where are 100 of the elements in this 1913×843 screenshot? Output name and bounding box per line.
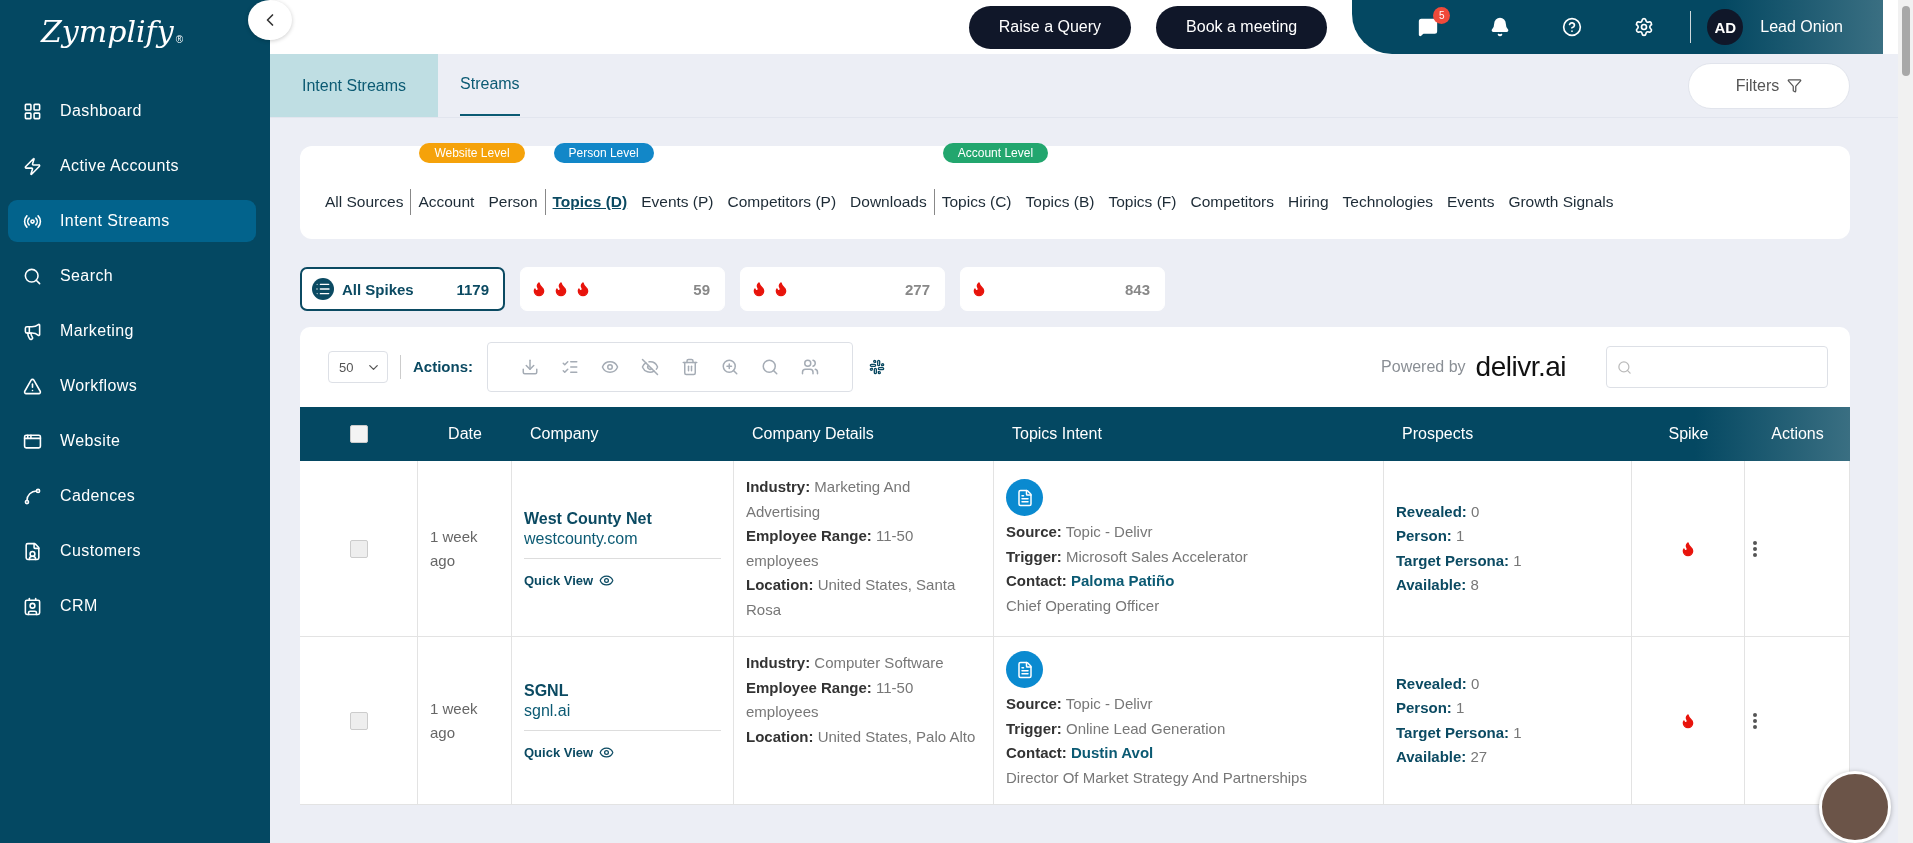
source-text: Source: Topic - Delivr	[1006, 694, 1154, 714]
source-tab[interactable]: Topics (F)	[1101, 189, 1184, 215]
zoom-in-button[interactable]	[721, 358, 739, 376]
detail-text: Location: United States, Palo Alto	[746, 726, 977, 747]
trigger-text: Trigger: Online Lead Generation	[1006, 718, 1227, 739]
level-badge: Person Level	[553, 143, 654, 163]
source-tab[interactable]: Technologies	[1335, 189, 1440, 215]
flame-icon	[553, 281, 569, 297]
source-tab[interactable]: Person	[481, 189, 545, 215]
sidebar-item[interactable]: Dashboard	[8, 90, 256, 132]
sidebar-item[interactable]: Cadences	[8, 475, 256, 517]
sidebar-item[interactable]: Intent Streams	[8, 200, 256, 242]
source-tab[interactable]: Competitors (P)	[720, 189, 844, 215]
source-tab[interactable]: Topics (D)	[545, 189, 635, 215]
spike-filter[interactable]: 277	[740, 267, 945, 311]
delete-button[interactable]	[681, 358, 699, 376]
company-domain-link[interactable]: sgnl.ai	[524, 701, 721, 731]
flame-icon	[575, 281, 591, 297]
download-button[interactable]	[521, 358, 539, 376]
kebab-icon	[1753, 540, 1757, 557]
prospect-text: Person: 1	[1396, 698, 1466, 718]
source-tab[interactable]: All Sources	[318, 189, 411, 215]
eye-icon	[599, 572, 615, 588]
checklist-button[interactable]	[561, 358, 579, 376]
user-avatar[interactable]: AD	[1707, 9, 1744, 45]
source-tab[interactable]: Topics (C)	[934, 189, 1019, 215]
level-badge: Website Level	[419, 143, 525, 163]
grid-icon	[23, 101, 42, 121]
assistant-avatar[interactable]	[1819, 771, 1891, 843]
sidebar-item[interactable]: Search	[8, 255, 256, 297]
spike-filter[interactable]: 843	[960, 267, 1165, 311]
notification-badge: 5	[1433, 7, 1451, 24]
source-tab[interactable]: Growth Signals	[1501, 189, 1621, 215]
sidebar-item[interactable]: CRM	[8, 585, 256, 627]
level-badge: Account Level	[942, 143, 1049, 163]
quick-view-link[interactable]: Quick View	[524, 744, 721, 760]
company-name: West County Net	[524, 509, 653, 528]
company-domain-link[interactable]: westcounty.com	[524, 529, 721, 559]
warning-triangle-icon	[23, 376, 42, 396]
users-button[interactable]	[801, 358, 819, 376]
eye-off-button[interactable]	[641, 358, 659, 376]
window-icon	[23, 431, 42, 451]
collapse-button[interactable]	[248, 0, 292, 40]
source-tab[interactable]: Events	[1440, 189, 1502, 215]
sidebar-item[interactable]: Website	[8, 420, 256, 462]
provider-logo: delivr.ai	[1475, 351, 1566, 383]
search-field[interactable]	[1606, 346, 1828, 388]
source-tab[interactable]: Topics (B)	[1018, 189, 1102, 215]
actions-label: Actions:	[400, 355, 473, 379]
quick-view-link[interactable]: Quick View	[524, 572, 721, 588]
filters-button[interactable]: Filters	[1688, 62, 1850, 109]
flame-icon	[1680, 540, 1696, 557]
filter-icon	[1787, 78, 1803, 93]
row-checkbox[interactable]	[349, 711, 368, 730]
settings-button[interactable]	[1634, 17, 1655, 37]
header-button[interactable]: Raise a Query	[968, 5, 1132, 49]
powered-by-text: Powered by	[1381, 358, 1466, 376]
column-header: Date	[447, 425, 483, 443]
search-button[interactable]	[761, 358, 779, 376]
detail-text: Location: United States, Santa Rosa	[746, 575, 957, 620]
flame-icon	[1680, 712, 1696, 729]
spike-filter[interactable]: All Spikes 1179	[300, 267, 505, 311]
prospect-text: Revealed: 0	[1396, 673, 1481, 694]
source-tab[interactable]: Competitors	[1183, 189, 1282, 215]
source-tab[interactable]: Account	[411, 189, 482, 215]
tab[interactable]: Intent Streams	[270, 54, 439, 117]
sidebar-item[interactable]: Marketing	[8, 310, 256, 352]
eye-button[interactable]	[601, 358, 619, 376]
contact-link[interactable]: Dustin Avol	[1071, 744, 1154, 761]
detail-text: Industry: Marketing And Advertising	[746, 477, 912, 522]
spike-filter[interactable]: 59	[520, 267, 725, 311]
prospect-text: Person: 1	[1396, 526, 1466, 546]
topic-icon	[1006, 479, 1043, 516]
company-name: SGNL	[524, 681, 570, 700]
header-button[interactable]: Book a meeting	[1156, 5, 1328, 49]
chat-button[interactable]	[1418, 17, 1439, 37]
sidebar-item[interactable]: Workflows	[8, 365, 256, 407]
page-size-select[interactable]: 50	[328, 351, 388, 383]
bell-button[interactable]	[1490, 17, 1511, 37]
column-header: Company Details	[751, 425, 875, 443]
registered-mark: ®	[175, 34, 184, 45]
sidebar-item[interactable]: Active Accounts	[8, 145, 256, 187]
tab[interactable]: Streams	[460, 54, 520, 116]
row-checkbox[interactable]	[349, 539, 368, 558]
topic-icon	[1006, 651, 1043, 688]
source-tab[interactable]: Hiring	[1281, 189, 1336, 215]
select-all-checkbox[interactable]	[350, 425, 368, 443]
help-button[interactable]	[1562, 17, 1583, 37]
date-text: 1 week ago	[430, 698, 479, 743]
slack-icon[interactable]	[869, 359, 885, 375]
scrollbar[interactable]	[1898, 0, 1913, 843]
column-header: Prospects	[1401, 425, 1475, 443]
source-tab[interactable]: Events (P)	[634, 189, 721, 215]
source-tab[interactable]: Downloads	[843, 189, 934, 215]
flame-icon	[971, 281, 987, 297]
eye-icon	[599, 744, 615, 760]
date-text: 1 week ago	[430, 526, 479, 571]
contact-link[interactable]: Paloma Patiño	[1071, 572, 1175, 589]
prospect-text: Available: 8	[1396, 575, 1480, 595]
sidebar-item[interactable]: Customers	[8, 530, 256, 572]
